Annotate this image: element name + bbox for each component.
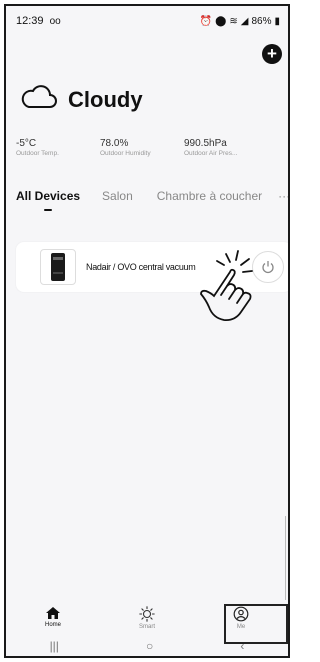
tap-hand-icon	[192, 244, 262, 329]
status-bar: 12:39 oo ⏰ ⬤ ≋ ◢ 86% ▮	[6, 6, 288, 36]
stat-value: 990.5hPa	[184, 138, 227, 149]
stat-value: 78.0%	[100, 138, 129, 149]
nav-smart[interactable]: Smart	[112, 600, 182, 630]
voicemail-icon: oo	[49, 16, 61, 27]
phone-screen: 12:39 oo ⏰ ⬤ ≋ ◢ 86% ▮ + Cloudy -5°C Out…	[4, 4, 290, 658]
signal-icon: ◢	[240, 15, 249, 27]
nav-home[interactable]: Home	[18, 600, 88, 628]
stat-label: Outdoor Temp.	[16, 150, 59, 157]
stat-humidity: 78.0% Outdoor Humidity	[100, 138, 184, 157]
back-button[interactable]: ‹	[240, 639, 244, 653]
wifi-icon: ≋	[229, 15, 238, 27]
system-nav-bar: ||| ○ ‹	[6, 636, 288, 656]
stat-label: Outdoor Air Pres...	[184, 150, 238, 157]
device-thumbnail	[40, 249, 76, 285]
nav-label: Smart	[138, 624, 155, 630]
sun-icon	[139, 606, 155, 622]
stat-temperature: -5°C Outdoor Temp.	[16, 138, 100, 157]
battery-level: 86%	[251, 15, 272, 27]
weather-stats: -5°C Outdoor Temp. 78.0% Outdoor Humidit…	[16, 138, 268, 157]
add-device-button[interactable]: +	[262, 44, 282, 64]
tab-label: All Devices	[16, 189, 81, 203]
alarm-icon: ⏰	[199, 15, 213, 27]
status-time: 12:39	[16, 15, 44, 27]
tab-salon[interactable]: Salon	[102, 189, 133, 203]
room-tabs: All Devices Salon Chambre à coucher ···	[6, 182, 288, 211]
power-icon	[262, 261, 274, 274]
status-time-group: 12:39 oo	[16, 15, 61, 27]
battery-icon: ▮	[274, 15, 280, 27]
tab-all-devices[interactable]: All Devices	[16, 189, 81, 211]
stat-label: Outdoor Humidity	[100, 150, 151, 157]
cloud-icon	[20, 84, 58, 115]
recents-button[interactable]: |||	[50, 639, 59, 653]
weather-condition: Cloudy	[68, 86, 143, 112]
device-name: Nadair / OVO central vacuum	[86, 262, 196, 272]
home-icon	[46, 607, 60, 619]
nav-label: Home	[44, 622, 61, 628]
stat-value: -5°C	[16, 138, 37, 149]
status-icons: ⏰ ⬤ ≋ ◢ 86% ▮	[200, 16, 280, 27]
weather-header: Cloudy	[20, 84, 143, 115]
home-button[interactable]: ○	[146, 639, 153, 653]
tab-active-indicator	[44, 209, 53, 211]
stat-pressure: 990.5hPa Outdoor Air Pres...	[184, 138, 268, 157]
tab-chambre[interactable]: Chambre à coucher	[157, 189, 262, 203]
tabs-more-icon[interactable]: ···	[278, 189, 288, 203]
location-icon: ⬤	[215, 15, 227, 27]
